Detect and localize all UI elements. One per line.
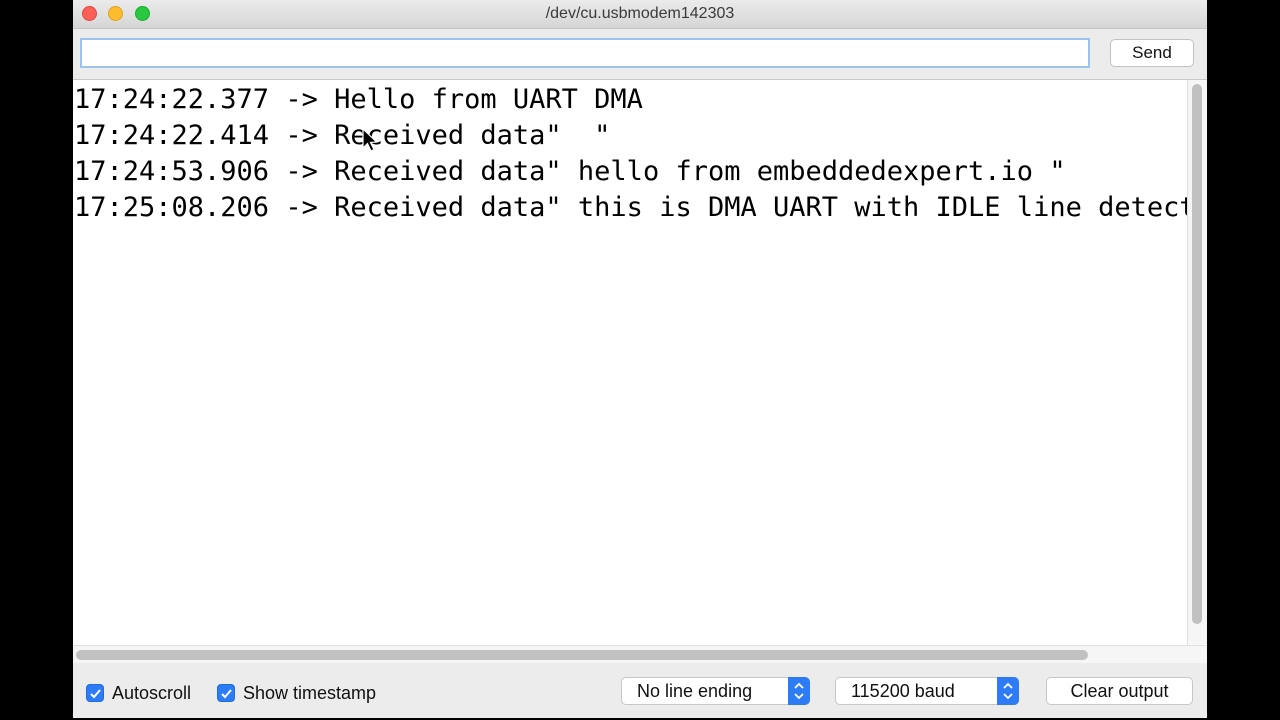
clear-output-button[interactable]: Clear output <box>1046 677 1193 705</box>
output-line: 17:24:22.414 -> Received data" " <box>74 120 611 151</box>
show-timestamp-checkbox[interactable] <box>217 684 235 702</box>
autoscroll-checkbox[interactable] <box>86 684 104 702</box>
select-arrows-icon <box>997 677 1019 705</box>
output-line: 17:24:53.906 -> Received data" hello fro… <box>74 156 1066 187</box>
line-ending-value: No line ending <box>637 681 753 701</box>
bottom-toolbar: Autoscroll Show timestamp No line ending… <box>73 663 1207 718</box>
mouse-pointer-icon <box>362 128 378 152</box>
checkmark-icon <box>221 689 232 699</box>
vertical-scrollbar[interactable] <box>1187 80 1207 645</box>
horizontal-scrollbar[interactable] <box>73 645 1207 663</box>
horizontal-scroll-thumb[interactable] <box>76 650 1088 660</box>
send-button[interactable]: Send <box>1110 39 1194 67</box>
select-arrows-icon <box>788 677 810 705</box>
window-title: /dev/cu.usbmodem142303 <box>545 5 735 22</box>
title-bar[interactable]: /dev/cu.usbmodem142303 <box>73 0 1207 29</box>
checkmark-icon <box>90 689 101 699</box>
serial-output[interactable]: 17:24:22.377 -> Hello from UART DMA 17:2… <box>73 80 1187 645</box>
output-line: 17:25:08.206 -> Received data" this is D… <box>74 192 1187 223</box>
baud-rate-select[interactable]: 115200 baud <box>835 677 1019 705</box>
output-line: 17:24:22.377 -> Hello from UART DMA <box>74 84 643 115</box>
vertical-scroll-thumb[interactable] <box>1192 84 1202 624</box>
line-ending-select[interactable]: No line ending <box>621 677 810 705</box>
serial-monitor-window: /dev/cu.usbmodem142303 Send 17:24:22.377… <box>73 0 1207 718</box>
input-row: Send <box>73 29 1207 80</box>
show-timestamp-label[interactable]: Show timestamp <box>243 683 376 704</box>
message-input[interactable] <box>80 38 1090 68</box>
baud-rate-value: 115200 baud <box>851 681 955 701</box>
autoscroll-label[interactable]: Autoscroll <box>112 683 191 704</box>
